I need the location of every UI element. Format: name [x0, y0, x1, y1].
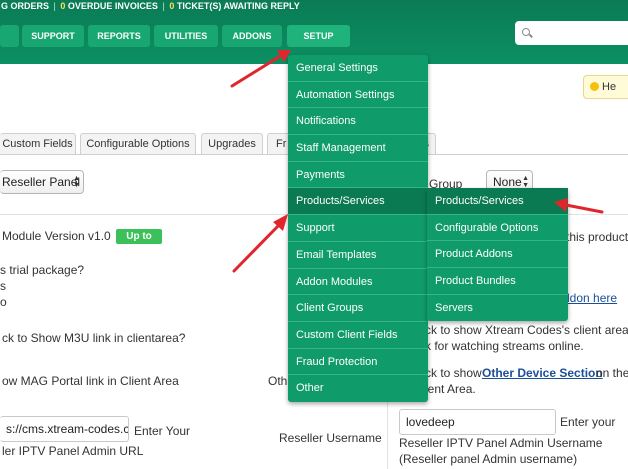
mag-portal-text: ow MAG Portal link in Client Area: [2, 374, 179, 388]
select-arrows-icon: ▲ ▼: [73, 175, 80, 189]
submenu-product-addons[interactable]: Product Addons: [427, 241, 568, 269]
watching-streams-text: k for watching streams online.: [425, 339, 584, 353]
menu-fraud-protection[interactable]: Fraud Protection: [288, 349, 428, 376]
reseller-panel-value: Reseller Panel: [2, 175, 81, 189]
menu-products-services[interactable]: Products/Services: [288, 188, 428, 216]
tab-custom-fields[interactable]: Custom Fields: [0, 133, 76, 154]
menu-email-templates[interactable]: Email Templates: [288, 242, 428, 269]
separator: |: [162, 1, 165, 11]
overdue-count[interactable]: 0: [60, 1, 65, 11]
menu-custom-client-fields[interactable]: Custom Client Fields: [288, 322, 428, 349]
menu-addon-modules[interactable]: Addon Modules: [288, 269, 428, 296]
arrow-to-submenu: [564, 203, 604, 214]
other-device-section-link[interactable]: Other Device Section: [482, 366, 603, 381]
arrow-to-products: [232, 222, 282, 273]
menu-client-groups[interactable]: Client Groups: [288, 295, 428, 322]
tab-upgrades[interactable]: Upgrades: [201, 133, 263, 154]
pending-orders-link[interactable]: G ORDERS: [1, 1, 49, 11]
arrow-head-products: [273, 214, 288, 231]
tab-configurable-options[interactable]: Configurable Options: [80, 133, 196, 154]
help-label: He: [602, 81, 617, 93]
m3u-link-question: ck to Show M3U link in clientarea?: [2, 331, 186, 345]
submenu-product-bundles[interactable]: Product Bundles: [427, 268, 568, 295]
group-select-value: None: [493, 175, 522, 189]
nav-item-clipped[interactable]: [0, 25, 19, 47]
search-input[interactable]: [515, 21, 628, 45]
client-area-text: ient Area.: [425, 382, 476, 396]
menu-other[interactable]: Other: [288, 375, 428, 402]
nav-addons[interactable]: ADDONS: [222, 25, 282, 47]
submenu-servers[interactable]: Servers: [427, 295, 568, 322]
notification-bar: G ORDERS | 0 OVERDUE INVOICES | 0 TICKET…: [0, 0, 628, 13]
nav-utilities[interactable]: UTILITIES: [154, 25, 218, 47]
admin-username-input[interactable]: lovedeep: [399, 409, 556, 435]
enter-your-text: Enter Your: [134, 424, 191, 438]
setup-dropdown-menu: General Settings Automation Settings Not…: [288, 55, 428, 402]
trial-option-s: s: [0, 279, 6, 293]
submenu-products-services[interactable]: Products/Services: [427, 188, 568, 215]
on-the-text: on the: [596, 366, 628, 380]
reseller-panel-select[interactable]: Reseller Panel ▲ ▼: [0, 170, 84, 194]
up-to-date-badge: Up to: [116, 229, 162, 244]
enter-your-text-2: Enter your: [560, 415, 616, 429]
submenu-configurable-options[interactable]: Configurable Options: [427, 215, 568, 242]
nav-reports[interactable]: REPORTS: [88, 25, 150, 47]
other-label: Oth: [268, 374, 288, 388]
trial-option-o: o: [0, 295, 7, 309]
menu-staff-management[interactable]: Staff Management: [288, 135, 428, 162]
products-submenu: Products/Services Configurable Options P…: [427, 188, 568, 322]
menu-support[interactable]: Support: [288, 215, 428, 242]
menu-payments[interactable]: Payments: [288, 162, 428, 189]
admin-username-hint: (Reseller panel Admin username): [399, 452, 578, 466]
nav-support[interactable]: SUPPORT: [22, 25, 84, 47]
tickets-count[interactable]: 0: [169, 1, 174, 11]
xtream-client-area-text: ck to show Xtream Codes's client area: [425, 323, 628, 337]
separator: |: [53, 1, 56, 11]
admin-username-label: Reseller IPTV Panel Admin Username: [399, 436, 603, 450]
menu-notifications[interactable]: Notifications: [288, 108, 428, 136]
menu-general-settings[interactable]: General Settings: [288, 55, 428, 82]
admin-url-input[interactable]: s://cms.xtream-codes.c: [0, 416, 129, 442]
reseller-username-label: Reseller Username: [279, 431, 382, 445]
this-product-text: this product: [566, 230, 628, 244]
module-version-text: Module Version v1.0: [2, 229, 111, 243]
select-arrows-icon: ▲ ▼: [522, 175, 529, 189]
admin-url-label: ler IPTV Panel Admin URL: [2, 444, 144, 458]
overdue-invoices-link[interactable]: OVERDUE INVOICES: [68, 1, 158, 11]
ck-to-show-text: ck to show: [425, 366, 482, 380]
nav-setup[interactable]: SETUP: [287, 25, 350, 47]
help-button[interactable]: He: [583, 75, 628, 99]
lightbulb-icon: [590, 82, 599, 91]
tickets-awaiting-link[interactable]: TICKET(S) AWAITING REPLY: [177, 1, 300, 11]
addon-here-link[interactable]: ddon here: [563, 291, 617, 306]
search-icon: [522, 28, 530, 36]
trial-package-question: s trial package?: [0, 263, 85, 277]
menu-automation-settings[interactable]: Automation Settings: [288, 82, 428, 109]
